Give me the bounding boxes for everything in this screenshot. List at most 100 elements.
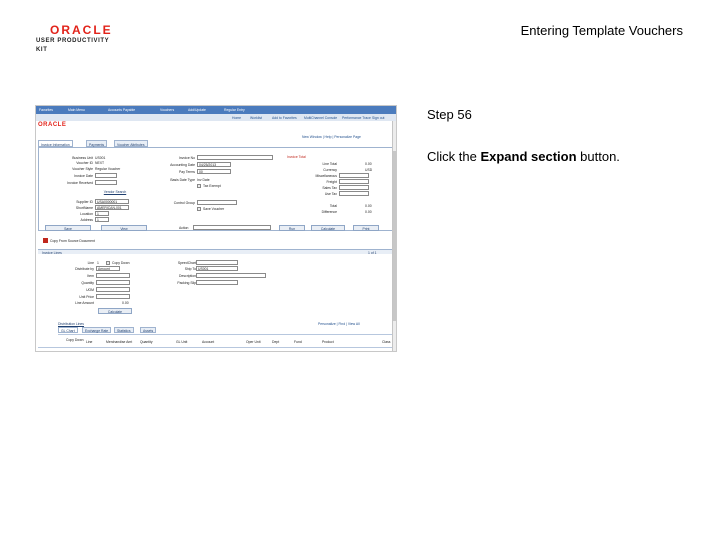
control-group-input[interactable]: [197, 200, 237, 205]
dist-tab-statistics[interactable]: Statistics: [114, 327, 134, 333]
packing-slip-input[interactable]: [196, 280, 238, 285]
copy-from-label: Copy From Source Document: [50, 239, 95, 243]
short-name-label: ShortName: [75, 206, 93, 210]
tab-payments[interactable]: Payments: [86, 140, 108, 147]
sales-tax-label: Sales Tax: [322, 186, 337, 190]
pay-terms-input[interactable]: 00: [197, 169, 231, 174]
quantity-input[interactable]: [96, 280, 130, 285]
horizontal-scrollbar[interactable]: [38, 347, 392, 348]
save-button[interactable]: Save: [45, 225, 91, 231]
supplier-input[interactable]: USA0000001: [95, 199, 129, 204]
step-label: Step 56: [427, 107, 472, 122]
copy-down-checkbox[interactable]: [106, 261, 110, 265]
invoice-total-label: Invoice Total: [287, 155, 306, 159]
misc-label: Miscellaneous: [315, 174, 338, 178]
invoice-lines-bar: Invoice Lines 1 of 1: [38, 249, 394, 255]
scrollbar-thumb[interactable]: [392, 151, 396, 321]
column-header: Fund: [294, 340, 302, 344]
tax-exempt-checkbox[interactable]: [197, 184, 201, 188]
supplier-label: Supplier ID: [76, 200, 93, 204]
line-calculate-button[interactable]: Calculate: [98, 308, 132, 314]
invoice-received-input[interactable]: [95, 180, 117, 185]
column-header: Account: [202, 340, 215, 344]
tax-exempt-label: Tax Exempt: [203, 184, 221, 188]
location-input[interactable]: 1: [95, 211, 109, 216]
invoice-date-input[interactable]: [95, 173, 117, 178]
invoice-received-label: Invoice Received: [67, 181, 93, 185]
instruction-suffix: button.: [576, 149, 620, 164]
breadcrumb-item[interactable]: Vouchers: [160, 108, 174, 112]
app-screenshot: Favorites Main Menu Accounts Payable Vou…: [35, 105, 397, 352]
speedchart-input[interactable]: [196, 260, 238, 265]
breadcrumb-item[interactable]: Accounts Payable: [108, 108, 135, 112]
use-tax-input[interactable]: [339, 191, 369, 196]
distribution-lines-title[interactable]: Distribution Lines: [58, 322, 84, 326]
action-select[interactable]: [193, 225, 271, 230]
distribute-select[interactable]: Amount: [96, 266, 120, 271]
instruction-text: Click the Expand section button.: [427, 149, 620, 164]
invoice-no-input[interactable]: [197, 155, 273, 160]
item-input[interactable]: [96, 273, 130, 278]
invoice-lines-pager[interactable]: 1 of 1: [368, 251, 376, 255]
view-button[interactable]: View: [101, 225, 147, 231]
dist-tab-exchange-rate[interactable]: Exchange Rate: [82, 327, 112, 333]
business-unit-label: Business Unit: [72, 156, 93, 160]
calculate-button[interactable]: Calculate: [311, 225, 345, 231]
expand-section-button[interactable]: [43, 238, 48, 243]
dist-grid-top-rule: [58, 334, 392, 335]
vendor-search-link[interactable]: Vendor Search: [97, 189, 133, 195]
ship-to-input[interactable]: US001: [196, 266, 238, 271]
breadcrumb-item[interactable]: Favorites: [39, 108, 53, 112]
nav-link[interactable]: Home: [232, 116, 241, 120]
control-group-label: Control Group: [173, 201, 195, 205]
tab-invoice-information[interactable]: Invoice Information: [38, 140, 73, 147]
voucher-style-value: Regular Voucher: [95, 167, 121, 171]
voucher-id-label: Voucher ID: [76, 161, 93, 165]
difference-label: Difference: [321, 210, 337, 214]
use-tax-label: Use Tax: [324, 192, 337, 196]
page-links[interactable]: New Window | Help | Personalize Page: [302, 135, 361, 139]
column-header: Merchandise Amt: [106, 340, 133, 344]
address-input[interactable]: 1: [95, 217, 109, 222]
misc-input[interactable]: [339, 173, 369, 178]
line-total-value: 0.00: [365, 162, 372, 166]
vertical-scrollbar[interactable]: [392, 121, 396, 351]
dist-tab-gl-chart[interactable]: GL Chart: [58, 327, 78, 333]
column-header: Quantity: [140, 340, 153, 344]
run-button[interactable]: Run: [279, 225, 305, 231]
freight-input[interactable]: [339, 179, 369, 184]
copy-down-label: Copy Down: [112, 261, 130, 265]
uom-input[interactable]: [96, 287, 130, 292]
voucher-style-label: Voucher Style: [72, 167, 93, 171]
short-name-input[interactable]: AMERICAN-001: [95, 205, 129, 210]
invoice-header-panel: Business Unit US001 Voucher ID NEXT Vouc…: [38, 147, 394, 231]
description-input[interactable]: [196, 273, 266, 278]
breadcrumb-item[interactable]: Main Menu: [68, 108, 85, 112]
line-amount-label: Line Amount: [75, 301, 94, 305]
breadcrumb-item[interactable]: Regular Entry: [224, 108, 245, 112]
nav-link[interactable]: Sign out: [372, 116, 384, 120]
unit-price-input[interactable]: [96, 294, 130, 299]
save-voucher-checkbox[interactable]: [197, 207, 201, 211]
global-nav: Home Worklist Add to Favorites MultiChan…: [36, 114, 396, 121]
column-header: Class: [382, 340, 391, 344]
logo-subtitle: USER PRODUCTIVITY KIT: [36, 38, 110, 53]
nav-link[interactable]: Add to Favorites: [272, 116, 297, 120]
nav-link[interactable]: Performance Trace: [342, 116, 371, 120]
nav-link[interactable]: MultiChannel Console: [304, 116, 337, 120]
tab-voucher-attributes[interactable]: Voucher Attributes: [114, 140, 148, 147]
sales-tax-input[interactable]: [339, 185, 369, 190]
dist-tab-assets[interactable]: Assets: [140, 327, 157, 333]
quantity-label: Quantity: [81, 281, 94, 285]
basis-date-type-value: Inv Date: [197, 178, 210, 182]
save-voucher-label: Save Voucher: [203, 207, 225, 211]
accounting-date-input[interactable]: 04/25/2013: [197, 162, 231, 167]
breadcrumb-item[interactable]: Add/Update: [188, 108, 206, 112]
print-button[interactable]: Print: [353, 225, 379, 231]
distribution-lines-links[interactable]: Personalize | Find | View All: [318, 322, 360, 326]
column-header: Oper Unit: [246, 340, 261, 344]
description-label: Description: [179, 274, 196, 278]
nav-link[interactable]: Worklist: [250, 116, 262, 120]
basis-date-type-label: Basis Date Type: [170, 178, 195, 182]
address-value: 1: [97, 218, 99, 222]
